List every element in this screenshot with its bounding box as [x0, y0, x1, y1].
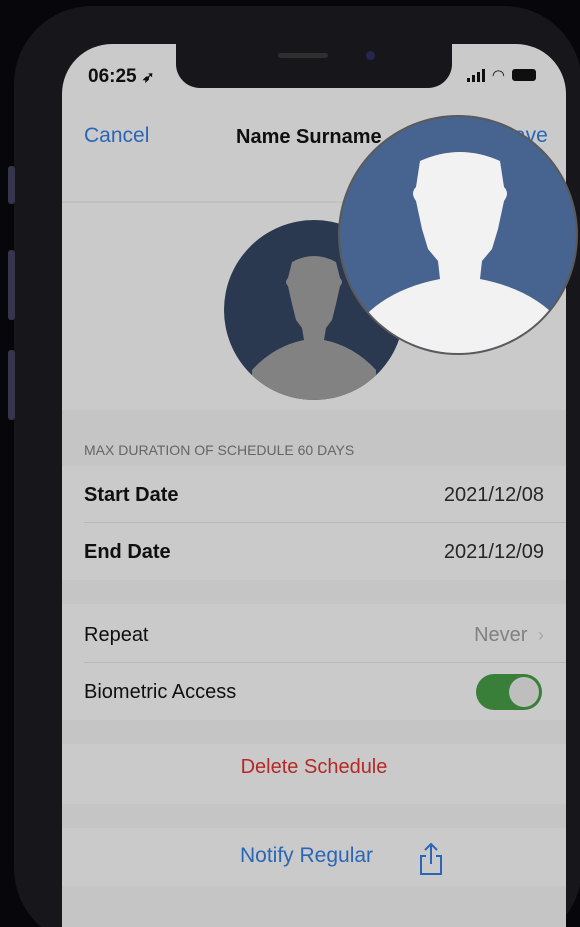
start-date-value[interactable]: 2021/12/08	[444, 484, 544, 507]
end-date-label: End Date	[84, 541, 171, 563]
section-band-notify	[62, 804, 566, 828]
biometric-access-toggle[interactable]	[476, 674, 542, 710]
share-icon[interactable]	[418, 842, 444, 876]
section-header: MAX DURATION OF SCHEDULE 60 DAYS	[84, 442, 355, 458]
status-icons: ◠	[466, 66, 536, 84]
page-title: Name Surname	[236, 126, 382, 148]
toggle-knob	[509, 677, 539, 707]
avatar-zoom-callout	[338, 115, 578, 355]
repeat-value[interactable]: Never ›	[474, 624, 544, 647]
person-silhouette-icon	[360, 152, 560, 353]
bottom-band	[62, 886, 566, 927]
end-date-value[interactable]: 2021/12/09	[444, 541, 544, 564]
cancel-button[interactable]: Cancel	[84, 124, 149, 148]
battery-icon	[512, 69, 536, 81]
volume-up-button	[8, 250, 15, 320]
camera	[366, 51, 375, 60]
status-time: 06:25 ➶	[88, 66, 154, 88]
notify-regular-button[interactable]: Notify Regular	[240, 844, 373, 868]
wifi-icon: ◠	[491, 67, 505, 84]
chevron-right-icon: ›	[533, 625, 544, 645]
biometric-access-label: Biometric Access	[84, 681, 237, 703]
start-date-label: Start Date	[84, 484, 179, 506]
notch	[176, 44, 452, 88]
repeat-value-text: Never	[474, 624, 528, 646]
section-band-options	[62, 580, 566, 604]
row-divider	[84, 662, 566, 663]
delete-schedule-button[interactable]: Delete Schedule	[62, 756, 566, 779]
row-divider	[84, 522, 566, 523]
time-text: 06:25	[88, 66, 137, 87]
mute-switch	[8, 166, 15, 204]
section-band-delete	[62, 720, 566, 744]
repeat-label: Repeat	[84, 624, 149, 646]
location-arrow-icon: ➶	[141, 69, 155, 86]
signal-icon	[466, 68, 485, 82]
volume-down-button	[8, 350, 15, 420]
speaker	[278, 53, 328, 58]
